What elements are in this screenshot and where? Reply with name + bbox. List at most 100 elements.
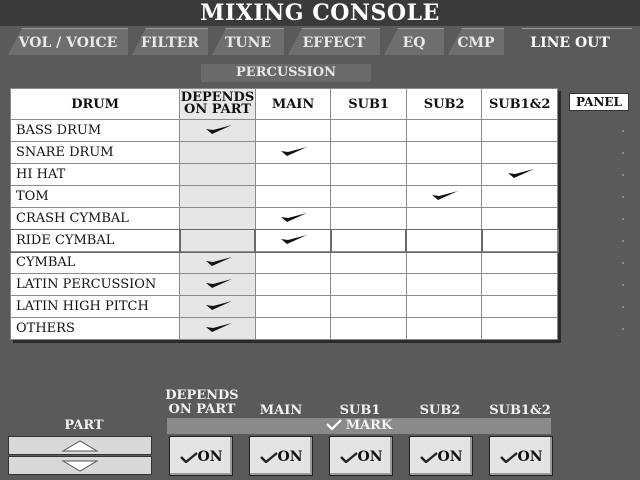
check-mark-icon bbox=[179, 452, 198, 464]
cell-sub12[interactable] bbox=[481, 185, 558, 208]
tab-filter[interactable]: FILTER bbox=[132, 28, 208, 55]
cell-sub12[interactable] bbox=[481, 251, 558, 274]
tab-cmp[interactable]: CMP bbox=[448, 28, 504, 55]
part-up-button[interactable] bbox=[8, 436, 152, 455]
cell-sub2[interactable] bbox=[405, 295, 483, 318]
cell-sub12[interactable] bbox=[481, 317, 558, 340]
cell-sub2[interactable] bbox=[405, 251, 483, 274]
cell-sub12[interactable] bbox=[481, 273, 558, 296]
cell-sub1[interactable] bbox=[330, 273, 407, 296]
header-depends-on-part: DEPENDS ON PART bbox=[179, 88, 256, 120]
cell-depends[interactable] bbox=[179, 163, 256, 186]
panel-button[interactable]: PANEL bbox=[569, 93, 629, 111]
cell-depends[interactable] bbox=[179, 317, 256, 340]
table-row[interactable]: TOM bbox=[9, 185, 558, 208]
cell-main[interactable] bbox=[254, 273, 332, 296]
drum-name[interactable]: CRASH CYMBAL bbox=[9, 207, 181, 230]
drum-name[interactable]: RIDE CYMBAL bbox=[9, 228, 181, 253]
check-mark-icon bbox=[432, 190, 459, 200]
tab-bar: VOL / VOICE FILTER TUNE EFFECT EQ CMP LI… bbox=[8, 26, 640, 57]
cell-sub1[interactable] bbox=[330, 295, 407, 318]
cell-depends[interactable] bbox=[179, 273, 256, 296]
part-down-button[interactable] bbox=[8, 456, 152, 475]
table-row[interactable]: CRASH CYMBAL bbox=[9, 207, 558, 230]
cell-depends[interactable] bbox=[178, 228, 257, 253]
cell-sub2[interactable] bbox=[405, 119, 483, 142]
cell-sub2[interactable] bbox=[405, 228, 483, 253]
tab-line-out[interactable]: LINE OUT bbox=[508, 28, 632, 57]
check-mark-icon bbox=[205, 256, 232, 266]
tab-vol-voice[interactable]: VOL / VOICE bbox=[8, 28, 128, 55]
table-row[interactable]: RIDE CYMBAL bbox=[9, 228, 559, 253]
table-row[interactable]: LATIN HIGH PITCH bbox=[9, 295, 558, 318]
cell-depends[interactable] bbox=[179, 295, 256, 318]
drum-name[interactable]: LATIN HIGH PITCH bbox=[9, 295, 181, 318]
main-on-button[interactable]: ON bbox=[249, 436, 313, 476]
on-label: ON bbox=[197, 449, 223, 465]
sub1-on-button[interactable]: ON bbox=[329, 436, 393, 476]
cell-main[interactable] bbox=[254, 185, 332, 208]
part-label: PART bbox=[64, 418, 104, 433]
drum-name[interactable]: HI HAT bbox=[9, 163, 181, 186]
drum-name[interactable]: CYMBAL bbox=[9, 251, 181, 274]
cell-main[interactable] bbox=[254, 207, 332, 230]
drum-name[interactable]: TOM bbox=[9, 185, 181, 208]
header-drum: DRUM bbox=[9, 88, 181, 120]
check-mark-icon bbox=[339, 452, 358, 464]
table-row[interactable]: HI HAT bbox=[9, 163, 558, 186]
table-row[interactable]: SNARE DRUM bbox=[9, 141, 558, 164]
cell-sub2[interactable] bbox=[405, 163, 483, 186]
cell-sub12[interactable] bbox=[481, 119, 558, 142]
cell-sub2[interactable] bbox=[405, 141, 483, 164]
cell-sub1[interactable] bbox=[330, 141, 407, 164]
cell-sub1[interactable] bbox=[330, 163, 407, 186]
table-row[interactable]: CYMBAL bbox=[9, 251, 558, 274]
cell-sub2[interactable] bbox=[405, 185, 483, 208]
cell-sub12[interactable] bbox=[480, 228, 559, 253]
cell-sub2[interactable] bbox=[405, 273, 483, 296]
check-mark-icon bbox=[205, 300, 232, 310]
cell-main[interactable] bbox=[254, 295, 332, 318]
tab-eq[interactable]: EQ bbox=[384, 28, 444, 55]
drum-name[interactable]: BASS DRUM bbox=[9, 119, 181, 142]
table-row[interactable]: BASS DRUM bbox=[9, 119, 558, 142]
cell-sub12[interactable] bbox=[481, 207, 558, 230]
cell-depends[interactable] bbox=[179, 207, 256, 230]
header-sub1: SUB1 bbox=[330, 88, 407, 120]
header-sub12: SUB1&2 bbox=[481, 88, 558, 120]
drum-name[interactable]: OTHERS bbox=[9, 317, 181, 340]
cell-sub1[interactable] bbox=[329, 228, 408, 253]
cell-sub12[interactable] bbox=[481, 141, 558, 164]
cell-sub2[interactable] bbox=[405, 317, 483, 340]
sub2-on-button[interactable]: ON bbox=[409, 436, 473, 476]
table-row[interactable]: OTHERS bbox=[9, 317, 558, 340]
cell-depends[interactable] bbox=[179, 141, 256, 164]
cell-main[interactable] bbox=[254, 163, 332, 186]
cell-sub1[interactable] bbox=[330, 251, 407, 274]
depends-on-part-on-button[interactable]: ON bbox=[169, 436, 233, 476]
table-row[interactable]: LATIN PERCUSSION bbox=[9, 273, 558, 296]
cell-sub1[interactable] bbox=[330, 207, 407, 230]
cell-main[interactable] bbox=[254, 141, 332, 164]
check-mark-icon bbox=[205, 322, 232, 332]
cell-main[interactable] bbox=[254, 228, 332, 253]
cell-sub1[interactable] bbox=[330, 119, 407, 142]
cell-main[interactable] bbox=[254, 119, 332, 142]
cell-depends[interactable] bbox=[179, 119, 256, 142]
cell-sub2[interactable] bbox=[405, 207, 483, 230]
check-mark-icon bbox=[205, 278, 232, 288]
cell-depends[interactable] bbox=[179, 251, 256, 274]
cell-sub1[interactable] bbox=[330, 185, 407, 208]
tab-tune[interactable]: TUNE bbox=[212, 28, 284, 55]
cell-sub12[interactable] bbox=[481, 295, 558, 318]
cell-main[interactable] bbox=[254, 317, 332, 340]
bottom-depends-line2: ON PART bbox=[168, 402, 236, 417]
cell-sub1[interactable] bbox=[330, 317, 407, 340]
tab-effect[interactable]: EFFECT bbox=[288, 28, 380, 55]
drum-name[interactable]: SNARE DRUM bbox=[9, 141, 181, 164]
sub12-on-button[interactable]: ON bbox=[489, 436, 553, 476]
cell-main[interactable] bbox=[254, 251, 332, 274]
cell-sub12[interactable] bbox=[481, 163, 558, 186]
cell-depends[interactable] bbox=[179, 185, 256, 208]
drum-name[interactable]: LATIN PERCUSSION bbox=[9, 273, 181, 296]
